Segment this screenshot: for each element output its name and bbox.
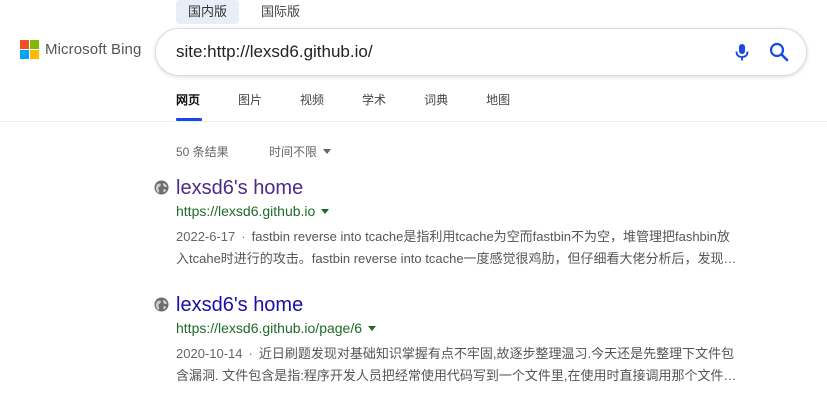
chevron-down-icon: [323, 149, 332, 154]
result-url[interactable]: https://lexsd6.github.io/page/6: [176, 320, 377, 336]
nav-divider: [0, 121, 827, 122]
result-url-text: https://lexsd6.github.io/page/6: [176, 320, 363, 336]
tab-academic[interactable]: 学术: [362, 92, 386, 108]
tab-videos[interactable]: 视频: [300, 92, 324, 108]
time-filter-dropdown[interactable]: 时间不限: [269, 143, 332, 160]
result-snippet: 2022-6-17 · fastbin reverse into tcache是指利…: [176, 226, 784, 270]
region-tab-international[interactable]: 国际版: [249, 0, 312, 24]
result-count: 50 条结果: [176, 145, 229, 159]
region-tabs: 国内版 国际版: [176, 0, 312, 24]
snippet-line-2: 入tcahe时进行的攻击。fastbin reverse into tcache…: [176, 251, 737, 266]
snippet-line-2: 含漏洞. 文件包含是指:程序开发人员把经常使用代码写到一个文件里,在使用时直接调…: [176, 368, 737, 383]
result-snippet: 2020-10-14 · 近日刷题发现对基础知识掌握有点不牢固,故逐步整理温习.今天…: [176, 343, 784, 387]
tab-maps[interactable]: 地图: [486, 92, 510, 108]
snippet-line-1: 近日刷题发现对基础知识掌握有点不牢固,故逐步整理温习.今天还是先整理下文件包: [258, 346, 735, 361]
tab-dictionary[interactable]: 词典: [424, 92, 448, 108]
search-box: [155, 28, 807, 76]
microphone-icon[interactable]: [731, 41, 753, 63]
globe-icon: [154, 297, 169, 312]
logo-text: Microsoft Bing: [45, 41, 142, 58]
caret-down-icon[interactable]: [321, 209, 330, 214]
tab-web[interactable]: 网页: [176, 92, 200, 108]
search-nav: 网页 图片 视频 学术 词典 地图: [176, 92, 548, 108]
snippet-line-1: fastbin reverse into tcache是指利用tcache为空而…: [251, 229, 730, 244]
bing-logo[interactable]: Microsoft Bing: [20, 40, 141, 59]
result-date: 2022-6-17: [176, 229, 236, 244]
tab-images[interactable]: 图片: [238, 92, 262, 108]
region-tab-domestic[interactable]: 国内版: [176, 0, 240, 24]
caret-down-icon[interactable]: [368, 326, 377, 331]
result-date: 2020-10-14: [176, 346, 243, 361]
globe-icon: [154, 180, 169, 195]
result-url[interactable]: https://lexsd6.github.io: [176, 203, 330, 219]
time-filter-label: 时间不限: [269, 145, 318, 159]
result-title-link[interactable]: lexsd6's home: [176, 293, 303, 317]
search-input[interactable]: [176, 40, 716, 64]
microsoft-logo-icon: [20, 40, 39, 59]
result-url-text: https://lexsd6.github.io: [176, 203, 316, 219]
search-icon[interactable]: [768, 41, 790, 63]
result-title-link[interactable]: lexsd6's home: [176, 176, 303, 200]
